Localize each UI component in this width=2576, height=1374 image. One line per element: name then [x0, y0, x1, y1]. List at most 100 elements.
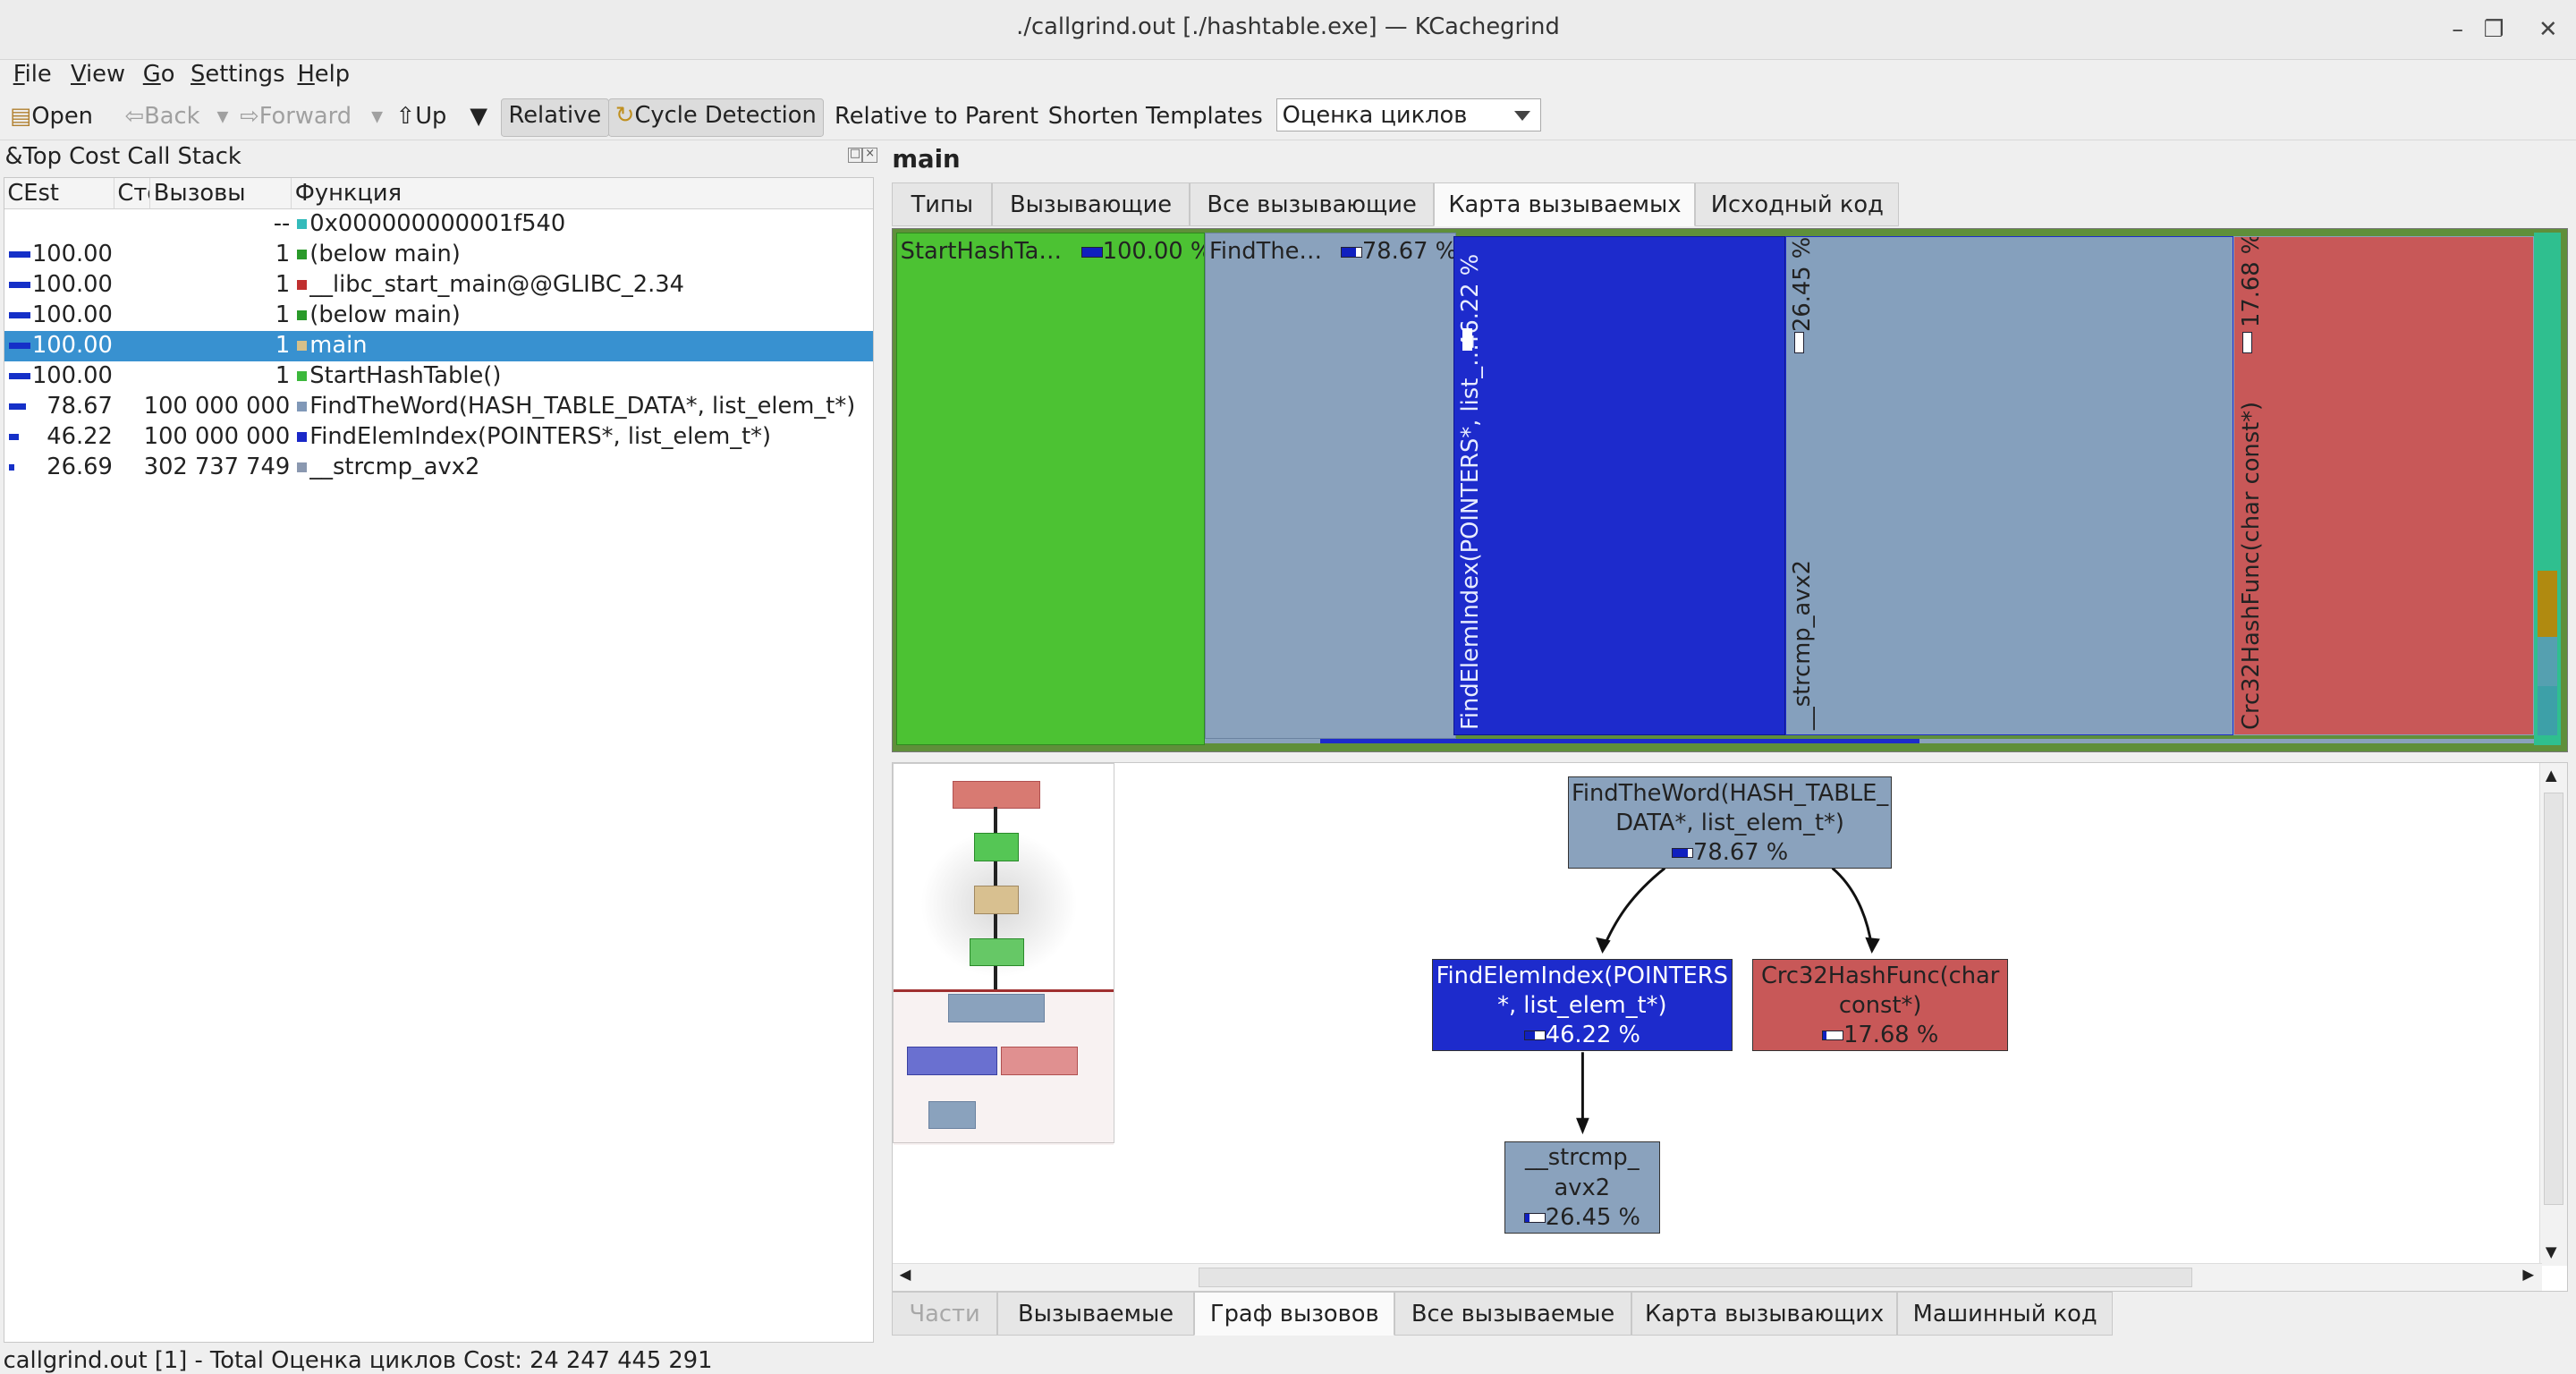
back-dropdown[interactable]: ▾	[210, 98, 235, 134]
tab-all-callers[interactable]: Все вызывающие	[1189, 182, 1435, 227]
menu-file[interactable]: File	[13, 61, 52, 88]
minimize-button[interactable]: –	[2439, 13, 2475, 47]
top-cost-call-stack-dock: &Top Cost Call Stack □ × CEst Сто Вызовы…	[0, 141, 877, 1343]
treemap-starthashtable[interactable]: StartHashTa… 100.00 %	[895, 232, 1206, 746]
column-header-calls[interactable]: Вызовы	[150, 178, 292, 210]
folder-icon: ▤	[10, 103, 32, 131]
row-function: FindElemIndex(POINTERS*, list_elem_t*)	[309, 423, 772, 451]
up-button[interactable]: ⇧Up	[389, 98, 453, 134]
row-cost: 100.00	[31, 241, 113, 268]
scrollbar-thumb[interactable]	[2544, 793, 2564, 1206]
call-stack-row[interactable]: 100.00 1 __libc_start_main@@GLIBC_2.34	[4, 270, 874, 301]
tab-types[interactable]: Типы	[892, 182, 993, 227]
row-calls: --	[273, 210, 291, 238]
tab-callee-map[interactable]: Карта вызываемых	[1434, 182, 1696, 227]
callee-treemap[interactable]: StartHashTa… 100.00 % FindThe… 78.67 % F…	[892, 228, 2568, 753]
title-bar: ./callgrind.out [./hashtable.exe] — KCac…	[0, 0, 2576, 61]
call-stack-row[interactable]: 26.69 302 737 749 __strcmp_avx2	[4, 453, 874, 483]
tab-call-graph[interactable]: Граф вызовов	[1194, 1291, 1395, 1336]
function-color-icon	[296, 371, 307, 382]
tab-all-callees[interactable]: Все вызываемые	[1394, 1291, 1631, 1336]
menu-settings[interactable]: Settings	[191, 61, 284, 88]
shorten-templates-toggle[interactable]: Shorten Templates	[1041, 98, 1269, 134]
call-stack-row[interactable]: 100.00 1 main	[4, 331, 874, 362]
event-type-combo[interactable]: Оценка циклов	[1276, 98, 1541, 131]
float-icon[interactable]: □	[847, 148, 863, 163]
treemap-small-block[interactable]	[2537, 685, 2557, 735]
treemap-small-callees[interactable]	[2534, 232, 2561, 746]
row-cost: 26.69	[47, 454, 113, 481]
cost-bar-icon	[1793, 332, 1804, 354]
chevron-down-icon: ▾	[216, 103, 229, 131]
graph-horizontal-scrollbar[interactable]: ◀ ▶	[893, 1263, 2543, 1291]
scrollbar-thumb[interactable]	[1198, 1267, 2193, 1288]
treemap-strcmp[interactable]: __strcmp_avx2 26.45 %	[1784, 235, 2234, 735]
tab-callees[interactable]: Вызываемые	[996, 1291, 1195, 1336]
graph-node-crc32hashfunc[interactable]: Crc32HashFunc(char const*) 17.68 %	[1751, 958, 2009, 1051]
row-calls: 100 000 000	[143, 393, 291, 420]
treemap-small-block[interactable]	[2537, 636, 2557, 686]
treemap-findtheword[interactable]: FindThe… 78.67 %	[1205, 232, 1457, 739]
scroll-left-icon[interactable]: ◀	[900, 1266, 911, 1283]
up-dropdown[interactable]: ▼	[463, 98, 494, 134]
node-pct: 46.22 %	[1433, 1021, 1732, 1050]
forward-button[interactable]: ⇨Forward	[233, 98, 359, 134]
graph-node-strcmp[interactable]: __strcmp_ avx2 26.45 %	[1504, 1141, 1661, 1234]
call-stack-list[interactable]: CEst Сто Вызовы Функция -- 0x000000000001…	[3, 177, 875, 1343]
call-stack-row[interactable]: 100.00 1 StartHashTable()	[4, 361, 874, 392]
row-calls: 1	[275, 271, 291, 299]
call-stack-row[interactable]: -- 0x000000000001f540	[4, 209, 874, 240]
column-header-cost2[interactable]: Сто	[114, 178, 151, 210]
back-button[interactable]: ⇦Back	[118, 98, 207, 134]
treemap-findelemindex[interactable]: FindElemIndex(POINTERS*, list_… 46.22 %	[1453, 235, 1785, 735]
call-stack-row[interactable]: 100.00 1 (below main)	[4, 240, 874, 270]
treemap-small-block[interactable]	[2537, 571, 2557, 637]
open-button[interactable]: ▤Open	[4, 98, 100, 134]
call-stack-row[interactable]: 46.22 100 000 000 FindElemIndex(POINTERS*,…	[4, 422, 874, 453]
tab-parts[interactable]: Части	[892, 1291, 997, 1336]
column-header-function[interactable]: Функция	[292, 178, 874, 210]
cost-bar-icon	[1822, 1030, 1844, 1040]
tab-caller-map[interactable]: Карта вызывающих	[1631, 1291, 1898, 1336]
menu-help[interactable]: Help	[297, 61, 350, 88]
menu-view[interactable]: View	[71, 61, 125, 88]
row-function: __strcmp_avx2	[309, 454, 480, 481]
scroll-down-icon[interactable]: ▼	[2546, 1243, 2557, 1260]
node-label-line2: *, list_elem_t*)	[1497, 991, 1667, 1019]
node-label-line1: FindElemIndex(POINTERS	[1436, 962, 1728, 989]
scroll-right-icon[interactable]: ▶	[2522, 1266, 2534, 1283]
graph-node-findelemindex[interactable]: FindElemIndex(POINTERS *, list_elem_t*) …	[1431, 958, 1733, 1051]
forward-arrow-icon: ⇨	[240, 103, 259, 131]
tab-source-code[interactable]: Исходный код	[1695, 182, 1900, 227]
node-label-line2: DATA*, list_elem_t*)	[1615, 809, 1844, 836]
row-calls: 100 000 000	[143, 423, 291, 451]
call-graph-view[interactable]: FindTheWord(HASH_TABLE_ DATA*, list_elem…	[892, 762, 2568, 1292]
treemap-crc32hashfunc[interactable]: Crc32HashFunc(char const*) 17.68 %	[2233, 235, 2535, 735]
treemap-bottom-strip	[1319, 738, 1920, 744]
column-header-cest[interactable]: CEst	[4, 178, 114, 210]
dock-title: &Top Cost Call Stack	[4, 142, 242, 170]
tab-machine-code[interactable]: Машинный код	[1897, 1291, 2113, 1336]
node-label-line1: Crc32HashFunc(char	[1760, 962, 2000, 989]
menu-go[interactable]: Go	[143, 61, 175, 88]
graph-vertical-scrollbar[interactable]: ▲ ▼	[2539, 763, 2567, 1267]
relative-to-parent-toggle[interactable]: Relative to Parent	[828, 98, 1046, 134]
row-calls: 1	[275, 332, 291, 360]
cost-bar-icon	[1462, 328, 1472, 351]
cost-bar-icon	[1523, 1212, 1546, 1223]
close-button[interactable]: ✕	[2530, 13, 2566, 47]
graph-node-findtheword[interactable]: FindTheWord(HASH_TABLE_ DATA*, list_elem…	[1568, 776, 1893, 869]
cycle-detection-toggle[interactable]: ↻Cycle Detection	[607, 98, 825, 137]
row-function: (below main)	[309, 301, 461, 329]
relative-toggle[interactable]: Relative	[501, 98, 609, 137]
forward-dropdown[interactable]: ▾	[365, 98, 390, 134]
maximize-button[interactable]: ❐	[2476, 13, 2512, 47]
call-stack-row[interactable]: 78.67 100 000 000 FindTheWord(HASH_TABLE_D…	[4, 392, 874, 422]
scroll-up-icon[interactable]: ▲	[2546, 767, 2557, 784]
tab-callers[interactable]: Вызывающие	[992, 182, 1190, 227]
close-dock-icon[interactable]: ×	[862, 148, 877, 163]
node-pct: 26.45 %	[1505, 1203, 1659, 1233]
row-function: FindTheWord(HASH_TABLE_DATA*, list_elem_…	[309, 393, 856, 420]
node-label-line2: avx2	[1554, 1174, 1611, 1201]
call-stack-row[interactable]: 100.00 1 (below main)	[4, 301, 874, 331]
